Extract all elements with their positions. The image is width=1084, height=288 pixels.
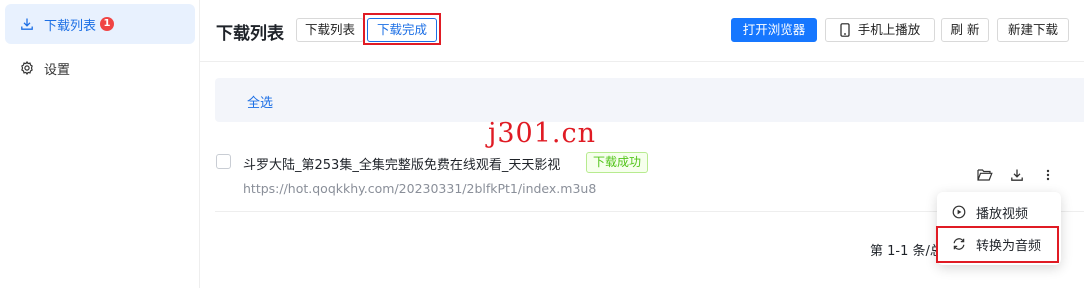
sidebar-item-label: 设置 [44, 62, 71, 78]
sidebar: 下载列表 1 设置 [0, 0, 200, 288]
highlight-box [936, 226, 1059, 263]
menu-item-play-video[interactable]: 播放视频 [937, 196, 1061, 228]
phone-icon [840, 23, 850, 37]
highlight-box [363, 13, 441, 45]
download-url: https://hot.qoqkkhy.com/20230331/2blfkPt… [243, 181, 597, 196]
sidebar-item-settings[interactable]: 设置 [5, 48, 195, 88]
watermark: j301.cn [488, 118, 596, 149]
select-all-link[interactable]: 全选 [247, 92, 273, 111]
gear-icon [20, 61, 34, 75]
count-badge: 1 [100, 17, 115, 31]
mobile-play-button[interactable]: 手机上播放 [825, 18, 935, 42]
download-icon [20, 17, 34, 31]
tab-download-list[interactable]: 下载列表 [296, 18, 364, 42]
app-root: 下载列表 1 设置 下载列表 下载列表 下载完成 打开浏览器 手机上播放 刷 新… [0, 0, 1084, 288]
pagination-summary: 第 1-1 条/总 [870, 244, 943, 259]
menu-item-label: 播放视频 [976, 206, 1029, 222]
row-checkbox[interactable] [216, 154, 231, 169]
open-browser-button[interactable]: 打开浏览器 [731, 18, 817, 42]
download-icon[interactable] [1009, 167, 1025, 183]
download-title: 斗罗大陆_第253集_全集完整版免费在线观看_天天影视 [243, 158, 561, 173]
header-divider [200, 61, 1084, 62]
refresh-button[interactable]: 刷 新 [941, 18, 989, 42]
selection-bar: 全选 [215, 78, 1084, 122]
new-download-button[interactable]: 新建下载 [997, 18, 1069, 42]
sidebar-item-label: 下载列表 [44, 18, 97, 34]
mobile-play-label: 手机上播放 [857, 22, 921, 37]
status-badge: 下载成功 [586, 152, 649, 173]
play-circle-icon [952, 205, 966, 219]
more-vertical-icon[interactable] [1040, 167, 1056, 183]
folder-open-icon[interactable] [977, 167, 993, 183]
page-title: 下载列表 [216, 24, 284, 44]
sidebar-item-download-list[interactable]: 下载列表 1 [5, 4, 195, 44]
